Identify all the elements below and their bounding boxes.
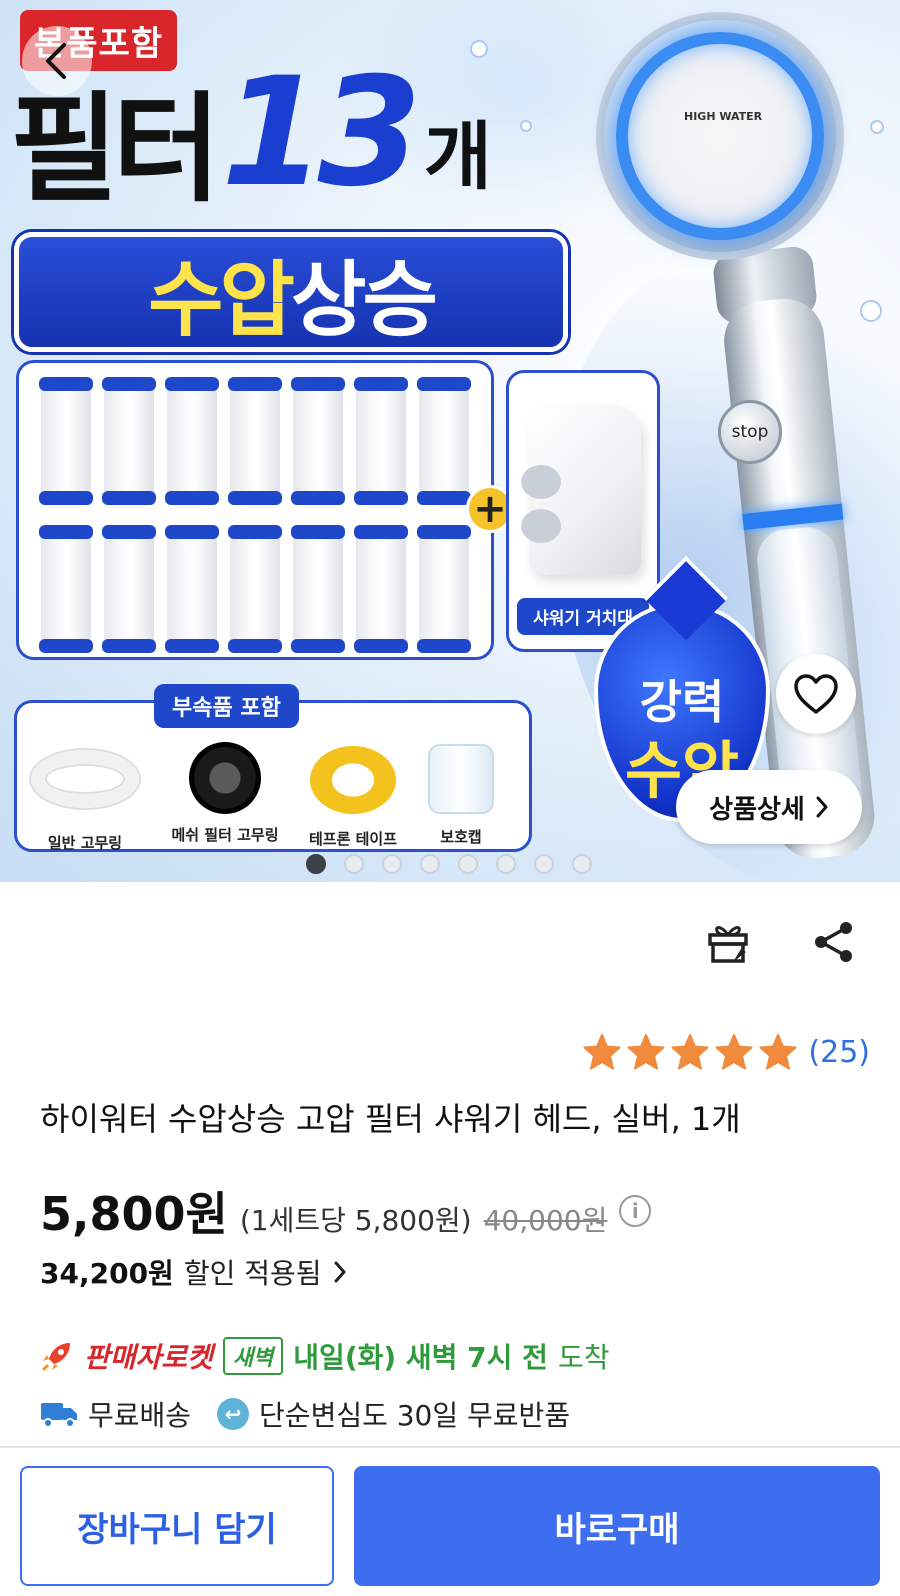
original-price: 40,000원	[483, 1204, 608, 1237]
chevron-right-icon	[816, 796, 828, 818]
info-icon[interactable]: i	[619, 1195, 652, 1227]
filter-cartridge	[39, 377, 93, 505]
banner-yellow-text: 수압	[148, 252, 295, 348]
holder-box: 샤워기 거치대	[506, 370, 660, 652]
accessory-label: 테프론 테이프	[308, 830, 398, 848]
filter-cartridge	[102, 525, 156, 653]
accessory-item: 보호캡	[402, 742, 520, 847]
accessory-label: 보호캡	[440, 828, 482, 846]
filter-cartridge	[354, 377, 408, 505]
carousel-indicator[interactable]	[306, 854, 592, 874]
star-icon	[627, 1034, 665, 1070]
gift-button[interactable]	[700, 914, 756, 970]
carousel-dot[interactable]	[496, 854, 516, 874]
filter-cartridge	[291, 377, 345, 505]
accessories-title: 부속품 포함	[154, 684, 299, 728]
accessory-item: 메쉬 필터 고무링	[160, 742, 290, 845]
star-icon	[671, 1034, 709, 1070]
wishlist-button[interactable]	[776, 654, 856, 734]
buy-now-button[interactable]: 바로구매	[354, 1466, 880, 1586]
accessory-item: 일반 고무링	[26, 742, 144, 853]
headline-word: 필터	[10, 80, 221, 218]
carousel-dot[interactable]	[420, 854, 440, 874]
carousel-dot[interactable]	[534, 854, 554, 874]
rocket-label: 판매자로켓	[84, 1341, 213, 1374]
product-title: 하이워터 수압상승 고압 필터 샤워기 헤드, 실버, 1개	[40, 1100, 741, 1138]
price-row: 5,800원 (1세트당 5,800원) 40,000원 i	[40, 1178, 652, 1244]
protective-cap-image	[428, 744, 494, 814]
share-button[interactable]	[806, 914, 862, 970]
chevron-right-icon	[334, 1261, 346, 1283]
shower-holder-image	[521, 405, 641, 575]
filter-cartridge	[417, 525, 471, 653]
free-shipping: 무료배송	[88, 1399, 192, 1432]
headline-unit: 개	[423, 114, 492, 200]
discount-row[interactable]: 34,200원 할인 적용됨	[40, 1252, 348, 1292]
shower-head: HIGH WATER	[596, 12, 844, 260]
teflon-tape-image	[310, 746, 396, 814]
filter-cartridge	[102, 377, 156, 505]
sale-price: 5,800원	[40, 1187, 228, 1241]
gift-icon	[708, 926, 748, 963]
carousel-dot[interactable]	[382, 854, 402, 874]
accessory-item: 테프론 테이프	[294, 742, 412, 849]
unit-price: (1세트당 5,800원)	[239, 1204, 472, 1237]
return-icon: ↩	[217, 1398, 250, 1430]
rating-stars	[582, 1032, 798, 1072]
filter-cartridge	[39, 525, 93, 653]
discount-text: 할인 적용됨	[183, 1257, 322, 1290]
shower-brand-text: HIGH WATER	[684, 110, 763, 123]
rubber-ring-image	[31, 750, 139, 808]
pressure-banner: 수압 상승	[14, 232, 568, 352]
delivery-arrive: 도착	[557, 1341, 610, 1374]
filter-cartridge	[228, 377, 282, 505]
water-droplet	[470, 40, 488, 58]
discount-amount: 34,200원	[40, 1257, 174, 1290]
carousel-dot[interactable]	[344, 854, 364, 874]
filter-cartridge	[291, 525, 345, 653]
carousel-dot[interactable]	[572, 854, 592, 874]
filter-cartridge	[417, 377, 471, 505]
dawn-badge: 새벽	[222, 1337, 284, 1375]
rocket-icon	[41, 1343, 70, 1372]
star-icon	[715, 1034, 753, 1070]
free-return: 단순변심도 30일 무료반품	[259, 1399, 571, 1432]
filter-cartridge-grid	[39, 377, 471, 653]
delivery-row: 판매자로켓 새벽 내일(화) 새벽 7시 전 도착	[40, 1336, 609, 1376]
shower-stop-button: stop	[718, 400, 782, 464]
water-droplet	[870, 120, 884, 134]
heart-icon	[794, 674, 838, 714]
banner-white-text: 상승	[291, 252, 438, 348]
delivery-eta: 내일(화) 새벽 7시 전	[293, 1341, 548, 1374]
hero-headline: 필터 13 개	[10, 58, 492, 208]
shower-light-band	[742, 503, 844, 530]
accessory-label: 메쉬 필터 고무링	[171, 826, 279, 844]
share-icon	[815, 922, 852, 962]
filter-cartridge-box	[16, 360, 494, 660]
filter-cartridge	[165, 377, 219, 505]
filter-cartridge	[354, 525, 408, 653]
rating[interactable]: (25)	[582, 1032, 870, 1072]
rating-count[interactable]: (25)	[808, 1035, 870, 1070]
filter-cartridge	[228, 525, 282, 653]
mesh-ring-image	[189, 742, 261, 814]
shipping-row: 무료배송 ↩ 단순변심도 30일 무료반품	[40, 1394, 570, 1434]
product-image-carousel[interactable]: HIGH WATER stop 본품포함 필터 13 개 수압 상승 + 샤워기…	[0, 0, 900, 882]
add-to-cart-button[interactable]: 장바구니 담기	[20, 1466, 334, 1586]
product-detail-button[interactable]: 상품상세	[676, 770, 862, 844]
star-icon	[759, 1034, 797, 1070]
water-droplet	[520, 120, 532, 132]
carousel-dot[interactable]	[306, 854, 326, 874]
product-detail-label: 상품상세	[709, 794, 805, 825]
truck-icon	[41, 1403, 77, 1428]
carousel-dot[interactable]	[458, 854, 478, 874]
filter-cartridge	[165, 525, 219, 653]
shower-led-ring: HIGH WATER	[616, 32, 824, 240]
bottom-divider	[0, 1446, 900, 1448]
headline-number: 13	[221, 46, 422, 220]
water-droplet	[860, 300, 882, 322]
star-icon	[583, 1034, 621, 1070]
accessory-label: 일반 고무링	[47, 834, 123, 852]
